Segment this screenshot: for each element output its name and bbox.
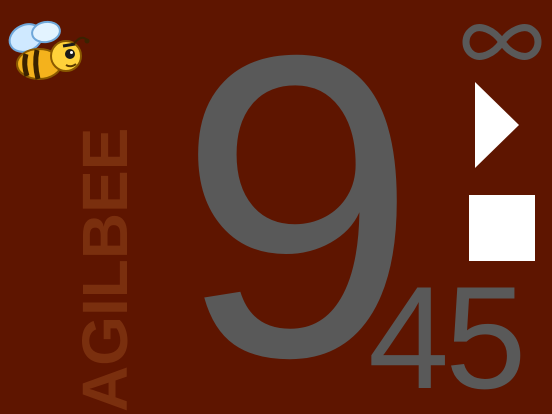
- secondary-counter: 45: [368, 256, 526, 414]
- timer-screen: AGILBEE 9 45: [0, 0, 552, 414]
- play-icon: [475, 82, 519, 168]
- infinity-icon[interactable]: [460, 20, 544, 64]
- primary-counter: 9: [178, 0, 418, 414]
- bee-logo-icon: [8, 20, 90, 80]
- stop-button[interactable]: [469, 195, 535, 261]
- play-button[interactable]: [475, 82, 519, 168]
- brand-vertical-text: AGILBEE: [69, 127, 141, 412]
